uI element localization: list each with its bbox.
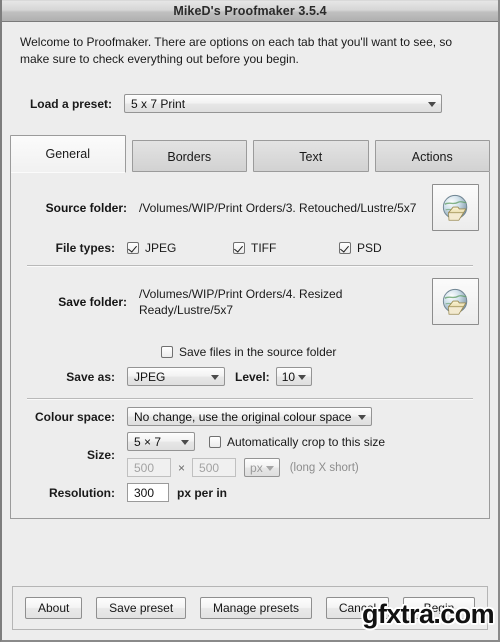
size-unit-dropdown[interactable]: px (244, 458, 280, 477)
file-type-jpeg-label: JPEG (145, 241, 177, 255)
save-in-source-label: Save files in the source folder (179, 345, 337, 359)
save-as-dropdown[interactable]: JPEG (127, 367, 225, 386)
chevron-down-icon (298, 374, 307, 380)
save-folder-path: /Volumes/WIP/Print Orders/4. Resized Rea… (139, 286, 343, 317)
save-as-value: JPEG (134, 369, 166, 384)
level-label: Level: (235, 369, 270, 384)
source-folder-path: /Volumes/WIP/Print Orders/3. Retouched/L… (139, 200, 417, 215)
colour-space-label: Colour space: (34, 409, 115, 424)
divider (27, 265, 473, 266)
tab-text[interactable]: Text (253, 140, 369, 172)
checkbox-icon (209, 435, 221, 448)
save-preset-button[interactable]: Save preset (96, 597, 187, 619)
checkmark-icon (127, 242, 139, 254)
globe-folder-icon (442, 288, 467, 315)
save-as-label: Save as: (66, 369, 115, 384)
begin-button[interactable]: Begin (402, 597, 475, 619)
checkmark-icon (233, 242, 245, 254)
size-preset-value: 5 × 7 (134, 434, 162, 449)
file-type-tiff-label: TIFF (251, 241, 277, 255)
save-in-source-checkbox[interactable]: Save files in the source folder (161, 345, 336, 359)
checkmark-icon (339, 242, 351, 254)
manage-presets-button[interactable]: Manage presets (199, 597, 313, 619)
tab-bar: General Borders Text Actions (10, 135, 490, 173)
file-type-jpeg-checkbox[interactable]: JPEG (127, 241, 233, 255)
tab-general[interactable]: General (10, 135, 126, 173)
resolution-unit-label: px per in (177, 485, 228, 500)
file-type-psd-label: PSD (357, 241, 382, 255)
size-preset-dropdown[interactable]: 5 × 7 (127, 432, 195, 451)
colour-space-value: No change, use the original colour space (134, 409, 352, 424)
dimension-separator: × (178, 460, 186, 475)
source-folder-row: Source folder: /Volumes/WIP/Print Orders… (11, 172, 489, 241)
globe-folder-icon (442, 194, 467, 221)
load-preset-row: Load a preset: 5 x 7 Print (2, 94, 498, 113)
resolution-row: Resolution: 300 px per in (11, 483, 489, 518)
file-types-label: File types: (55, 241, 115, 255)
source-folder-browse-button[interactable] (432, 184, 479, 231)
size-controls: 5 × 7 Automatically crop to this size 50… (127, 432, 385, 477)
file-type-psd-checkbox[interactable]: PSD (339, 241, 445, 255)
chevron-down-icon (428, 101, 436, 107)
size-hint: (long X short) (289, 461, 359, 474)
file-type-tiff-checkbox[interactable]: TIFF (233, 241, 339, 255)
save-folder-browse-button[interactable] (432, 278, 479, 325)
size-unit-value: px (250, 460, 263, 475)
window-title: MikeD's Proofmaker 3.5.4 (173, 4, 327, 18)
level-dropdown[interactable]: 10 (275, 367, 313, 386)
size-height-input[interactable]: 500 (192, 458, 237, 477)
about-button[interactable]: About (25, 597, 83, 619)
load-preset-dropdown[interactable]: 5 x 7 Print (124, 94, 442, 113)
level-value: 10 (281, 369, 296, 384)
save-folder-label: Save folder: (58, 294, 127, 309)
application-window: MikeD's Proofmaker 3.5.4 Welcome to Proo… (0, 0, 500, 642)
auto-crop-checkbox[interactable]: Automatically crop to this size (209, 435, 385, 449)
save-as-row: Save as: JPEG Level: 10 (11, 367, 489, 390)
source-folder-label: Source folder: (45, 200, 127, 215)
size-preset-line: 5 × 7 Automatically crop to this size (127, 432, 385, 451)
size-dimensions-line: 500 × 500 px (long X short) (127, 458, 385, 477)
resolution-input[interactable]: 300 (127, 483, 169, 502)
file-types-group: JPEG TIFF PSD (127, 241, 445, 255)
chevron-down-icon (265, 465, 274, 471)
chevron-down-icon (211, 374, 219, 380)
footer-button-bar: About Save preset Manage presets Cancel … (12, 586, 488, 630)
checkbox-icon (161, 346, 173, 358)
tab-actions[interactable]: Actions (374, 140, 490, 172)
size-row: Size: 5 × 7 Automatically crop to this s… (11, 432, 489, 483)
file-types-row: File types: JPEG TIFF PSD (11, 241, 489, 257)
cancel-button[interactable]: Cancel (325, 597, 390, 619)
colour-space-dropdown[interactable]: No change, use the original colour space (127, 407, 373, 426)
save-folder-row: Save folder: /Volumes/WIP/Print Orders/4… (11, 274, 489, 335)
size-label: Size: (86, 447, 115, 462)
resolution-label: Resolution: (49, 485, 115, 500)
auto-crop-label: Automatically crop to this size (227, 434, 386, 449)
load-preset-value: 5 x 7 Print (131, 96, 186, 111)
load-preset-label: Load a preset: (29, 96, 112, 111)
tab-borders[interactable]: Borders (131, 140, 247, 172)
window-titlebar: MikeD's Proofmaker 3.5.4 (2, 0, 498, 22)
size-width-input[interactable]: 500 (127, 458, 171, 477)
tab-panel-general: Source folder: /Volumes/WIP/Print Orders… (10, 172, 490, 519)
chevron-down-icon (181, 439, 189, 445)
divider (27, 398, 473, 399)
save-in-source-row: Save files in the source folder (11, 335, 489, 367)
welcome-text: Welcome to Proofmaker. There are options… (20, 35, 453, 66)
colour-space-row: Colour space: No change, use the origina… (11, 407, 489, 432)
chevron-down-icon (358, 414, 367, 420)
